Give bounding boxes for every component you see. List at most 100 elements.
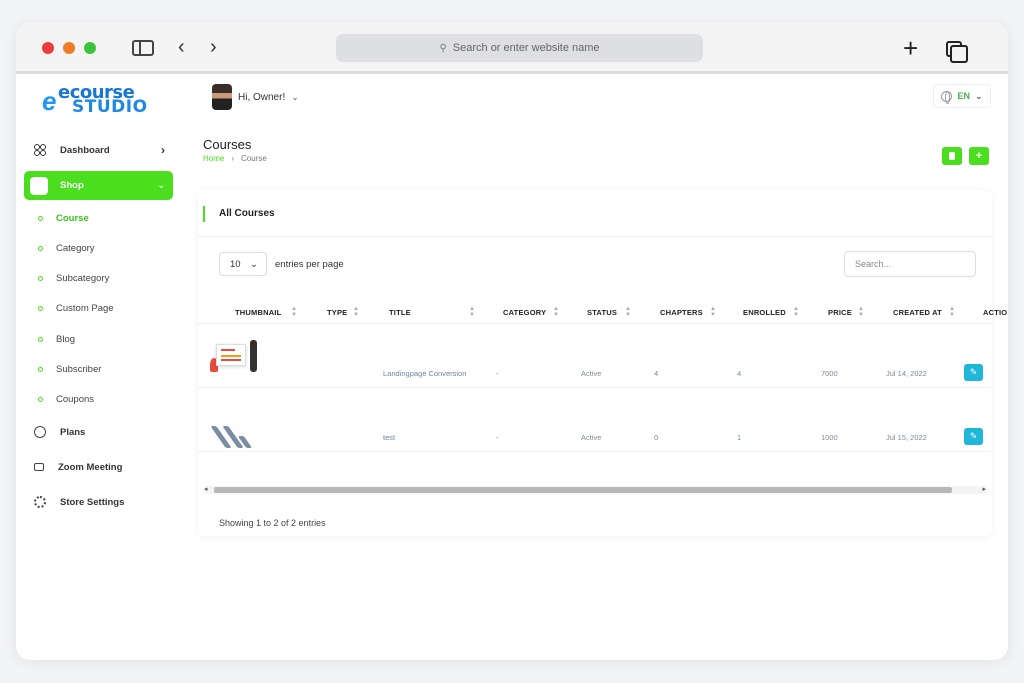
chevron-down-icon: ⌄ [250,258,258,270]
sidebar-subitem-category[interactable]: Category [38,240,95,256]
column-header-price[interactable]: PRICE ▲ ▼ [828,300,864,324]
address-bar[interactable]: ⚲ Search or enter website name [336,34,703,62]
sort-icon: ▲ ▼ [625,306,632,318]
column-label: TITLE [389,307,411,317]
sidebar-subitem-custom-page[interactable]: Custom Page [38,300,114,316]
column-header-enrolled[interactable]: ENROLLED ▲ ▼ [743,300,799,324]
sort-icon: ▲ ▼ [353,306,360,318]
page-title: Courses [203,137,252,152]
sidebar-item-label: Shop [60,180,84,191]
edit-course-button[interactable]: ✎ [964,364,983,381]
search-icon: ⚲ [439,42,447,54]
column-header-type[interactable]: TYPE ▲ ▼ [327,300,359,324]
breadcrumb: Home › Course [203,154,267,163]
sidebar-item-label: Zoom Meeting [58,461,123,473]
course-chapters: 0 [654,433,659,442]
grid-icon [34,144,46,156]
column-header-action[interactable]: ACTIO [983,300,1007,324]
sidebar-item-shop[interactable]: Shop ⌄ [24,171,173,200]
document-icon [949,152,955,160]
divider [198,236,992,237]
course-category: - [496,369,499,378]
sidebar-subitem-coupons[interactable]: Coupons [38,391,94,407]
maximize-window-button[interactable] [84,42,96,54]
award-icon [34,426,46,438]
brand-logo[interactable]: e ecourse STUDIO [42,82,158,117]
column-label: CHAPTERS [660,307,703,317]
sidebar-item-dashboard[interactable]: Dashboard › [24,136,173,164]
screen-illustration [216,344,246,366]
logo-text-bottom: STUDIO [72,97,148,117]
column-header-status[interactable]: STATUS ▲ ▼ [587,300,631,324]
per-page-label: entries per page [275,258,344,270]
user-menu[interactable]: Hi, Owner! ⌄ [212,82,299,112]
edit-course-button[interactable]: ✎ [964,428,983,445]
table-row[interactable]: Landingpage Conversion - Active 4 4 7000… [198,326,992,388]
column-header-chapters[interactable]: CHAPTERS ▲ ▼ [660,300,716,324]
bullet-icon [38,305,43,311]
course-title-link[interactable]: test [383,433,395,442]
pagination-info: Showing 1 to 2 of 2 entries [219,518,326,528]
scroll-thumb[interactable] [214,487,952,493]
bullet-icon [38,275,43,281]
sort-icon: ▲ ▼ [949,306,956,318]
add-course-button[interactable]: + [969,147,989,165]
course-created-at: Jul 14, 2022 [886,369,927,378]
sidebar-subitem-subscriber[interactable]: Subscriber [38,361,101,377]
course-thumbnail [210,426,260,448]
course-enrolled: 4 [737,369,742,378]
column-label: THUMBNAIL [235,307,282,317]
minimize-window-button[interactable] [63,42,75,54]
column-header-title[interactable]: TITLE ▲ ▼ [389,300,475,324]
sidebar-item-label: Plans [60,426,86,438]
course-category: - [496,433,499,442]
close-window-button[interactable] [42,42,54,54]
per-page-select[interactable]: 10 ⌄ [219,252,267,276]
sidebar-item-plans[interactable]: Plans [24,418,173,446]
sidebar-subitem-label: Category [56,242,95,254]
export-button[interactable] [942,147,962,165]
course-title-link[interactable]: Landingpage Conversion [383,369,466,378]
sidebar-toggle-icon[interactable] [132,40,154,56]
sidebar-item-label: Dashboard [60,144,110,156]
language-selector[interactable]: EN ⌄ [933,84,991,108]
sidebar-item-zoom-meeting[interactable]: Zoom Meeting [24,453,173,481]
card-title: All Courses [203,206,275,222]
table-header: THUMBNAIL ▲ ▼ TYPE ▲ ▼ TITLE ▲ ▼ CATEGORY ▲ ▼ ST… [198,300,1007,324]
video-camera-icon [34,463,44,471]
sidebar-subitem-course[interactable]: Course [38,210,89,226]
table-row[interactable]: test - Active 0 1 1000 Jul 15, 2022 ✎ [198,390,992,452]
bullet-icon [38,336,43,342]
language-label: EN [957,91,970,101]
breadcrumb-home-link[interactable]: Home [203,154,224,163]
sort-icon: ▲ ▼ [553,306,560,318]
column-header-created-at[interactable]: CREATED AT ▲ ▼ [893,300,955,324]
course-created-at: Jul 15, 2022 [886,433,927,442]
scroll-right-arrow[interactable]: ▸ [982,486,986,494]
sidebar-subitem-subcategory[interactable]: Subcategory [38,270,109,286]
search-input[interactable]: Search... [844,251,976,277]
person-illustration [250,340,257,372]
column-header-category[interactable]: CATEGORY ▲ ▼ [503,300,559,324]
sidebar-subitem-blog[interactable]: Blog [38,331,75,347]
globe-icon [941,90,953,104]
course-enrolled: 1 [737,433,742,442]
horizontal-scrollbar[interactable]: ◂ ▸ [204,486,986,494]
sort-icon: ▲ ▼ [793,306,800,318]
column-header-thumbnail[interactable]: THUMBNAIL ▲ ▼ [235,300,297,324]
sidebar-item-store-settings[interactable]: Store Settings [24,488,173,516]
back-arrow-icon[interactable]: ‹ [178,37,185,57]
browser-toolbar: ‹ › ⚲ Search or enter website name + [16,22,1008,74]
scroll-left-arrow[interactable]: ◂ [204,486,208,494]
bullet-icon [38,396,43,402]
new-tab-button[interactable]: + [903,35,918,61]
sidebar-subitem-label: Course [56,212,89,224]
courses-card: All Courses 10 ⌄ entries per page Search… [198,190,1007,536]
forward-arrow-icon[interactable]: › [210,37,217,57]
avatar [212,84,232,110]
tab-overview-icon[interactable] [946,41,968,63]
column-label: ACTIO [983,307,1008,317]
sidebar-subitem-label: Custom Page [56,302,114,314]
browser-window: ‹ › ⚲ Search or enter website name + e e… [16,22,1008,660]
sort-icon: ▲ ▼ [710,306,717,318]
